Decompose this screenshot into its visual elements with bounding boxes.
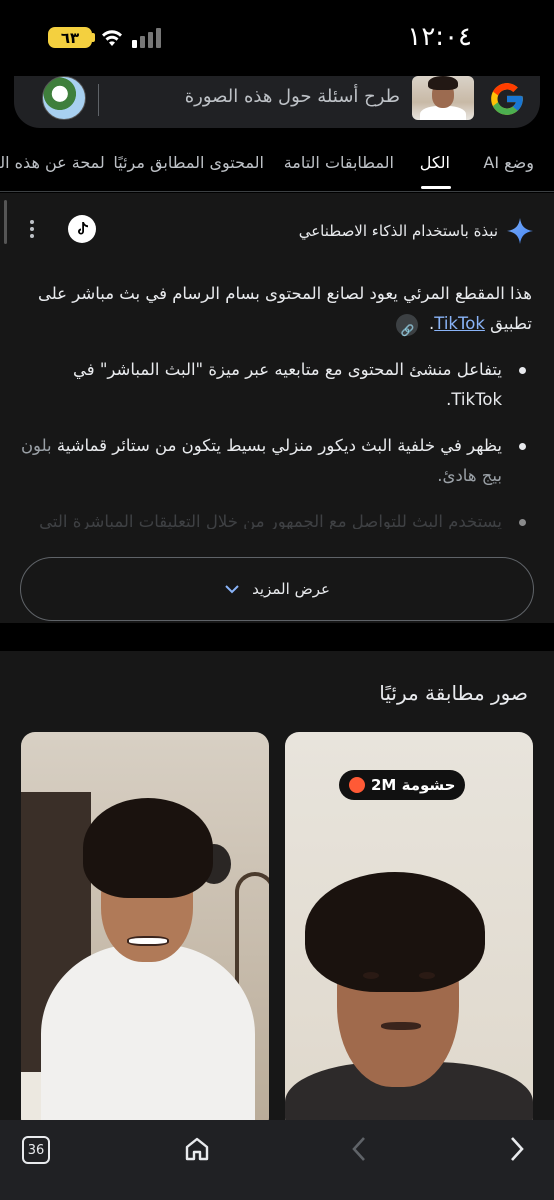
list-item: يظهر في خلفية البث ديكور منزلي بسيط يتكو… bbox=[20, 431, 532, 491]
search-bar[interactable]: طرح أسئلة حول هذه الصورة bbox=[14, 76, 540, 128]
person-shirt bbox=[41, 944, 255, 1132]
bullet-2-text: يظهر في خلفية البث ديكور منزلي بسيط يتكو… bbox=[56, 436, 502, 455]
tab-visual-matches[interactable]: المحتوى المطابق مرئيًا bbox=[113, 153, 264, 172]
google-logo-icon[interactable] bbox=[488, 80, 526, 118]
visual-matches-section: صور مطابقة مرئيًا حشومة 2M bbox=[0, 651, 554, 1132]
show-more-button[interactable]: عرض المزيد bbox=[20, 557, 534, 621]
active-tab-indicator bbox=[421, 186, 451, 189]
search-input[interactable]: طرح أسئلة حول هذه الصورة bbox=[185, 86, 400, 107]
account-avatar[interactable] bbox=[42, 76, 86, 120]
thumb-hair bbox=[428, 76, 458, 90]
tiktok-icon bbox=[78, 222, 88, 235]
section-divider bbox=[0, 623, 554, 651]
battery-level: ٦٣ bbox=[60, 28, 80, 47]
scroll-indicator bbox=[4, 200, 7, 244]
forward-button[interactable] bbox=[502, 1134, 532, 1164]
angry-emoji-icon bbox=[349, 777, 365, 793]
visual-matches-title: صور مطابقة مرئيًا bbox=[379, 681, 528, 705]
query-image-thumbnail[interactable] bbox=[412, 76, 474, 120]
wifi-icon bbox=[102, 30, 122, 46]
list-item: يستخدم البث للتواصل مع الجمهور من خلال ا… bbox=[20, 507, 532, 529]
ai-overview-card: نبذة باستخدام الذكاء الاصطناعي هذا المقط… bbox=[0, 193, 554, 623]
bottom-navigation: 36 bbox=[0, 1120, 554, 1200]
ai-bullets: يتفاعل منشئ المحتوى مع متابعيه عبر ميزة … bbox=[20, 355, 532, 529]
battery-icon: ٦٣ bbox=[48, 27, 92, 48]
clock: ١٢:٠٤ bbox=[407, 22, 472, 52]
back-button[interactable] bbox=[344, 1134, 374, 1164]
bullet-1-text: يتفاعل منشئ المحتوى مع متابعيه عبر ميزة … bbox=[72, 360, 502, 409]
tiktok-source-icon[interactable] bbox=[68, 215, 96, 243]
status-bar: ٦٣ ١٢:٠٤ bbox=[0, 0, 554, 76]
live-viewer-badge: حشومة 2M bbox=[339, 770, 466, 800]
tab-all[interactable]: الكل bbox=[420, 153, 450, 172]
search-divider bbox=[98, 84, 99, 116]
chevron-down-icon bbox=[225, 585, 239, 594]
chevron-left-icon bbox=[352, 1137, 365, 1161]
ai-intro-paragraph: هذا المقطع المرئي يعود لصانع المحتوى بسا… bbox=[20, 279, 532, 346]
ai-overview-header: نبذة باستخدام الذكاء الاصطناعي bbox=[299, 217, 534, 245]
filter-tabs: وضع AI الكل المطابقات التامة المحتوى الم… bbox=[0, 136, 554, 192]
search-area: طرح أسئلة حول هذه الصورة bbox=[0, 76, 554, 136]
tiktok-link[interactable]: TikTok bbox=[434, 314, 485, 333]
more-options-icon[interactable] bbox=[24, 217, 40, 241]
home-icon bbox=[185, 1137, 209, 1161]
person-hair bbox=[305, 872, 485, 992]
tab-count: 36 bbox=[27, 1142, 45, 1158]
tab-exact-matches[interactable]: المطابقات التامة bbox=[284, 153, 394, 172]
source-link-icon[interactable] bbox=[395, 313, 418, 346]
person-mouth bbox=[127, 936, 169, 946]
ai-overview-title: نبذة باستخدام الذكاء الاصطناعي bbox=[298, 222, 498, 240]
visual-match-image-2[interactable] bbox=[21, 732, 269, 1132]
visual-match-image-1[interactable]: حشومة 2M bbox=[285, 732, 533, 1132]
show-more-label: عرض المزيد bbox=[252, 580, 330, 598]
battery-cap bbox=[92, 33, 95, 42]
badge-label: حشومة 2M bbox=[371, 776, 456, 794]
thumb-shirt bbox=[420, 106, 466, 120]
tab-switcher-button[interactable]: 36 bbox=[22, 1136, 50, 1164]
signal-icon bbox=[132, 28, 161, 48]
ai-overview-body: هذا المقطع المرئي يعود لصانع المحتوى بسا… bbox=[20, 279, 532, 545]
person-eye bbox=[419, 972, 435, 979]
tab-about-image[interactable]: لمحة عن هذه الصورة bbox=[0, 153, 105, 172]
gemini-sparkle-icon bbox=[507, 218, 533, 244]
person-hair bbox=[83, 798, 213, 898]
tab-ai-mode[interactable]: وضع AI bbox=[483, 153, 534, 172]
chevron-right-icon bbox=[511, 1137, 524, 1161]
list-item: يتفاعل منشئ المحتوى مع متابعيه عبر ميزة … bbox=[20, 355, 532, 415]
home-button[interactable] bbox=[182, 1134, 212, 1164]
bullet-3-faded-text: يستخدم البث للتواصل مع الجمهور من خلال ا… bbox=[39, 512, 502, 529]
person-mouth bbox=[381, 1022, 421, 1030]
person-eye bbox=[363, 972, 379, 979]
